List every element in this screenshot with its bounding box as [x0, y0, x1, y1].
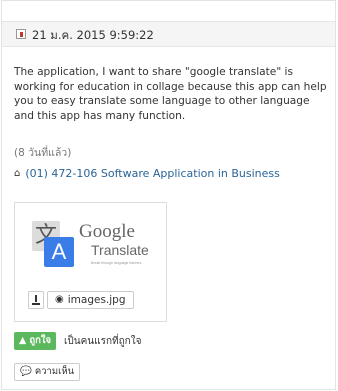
- comment-icon: 💬: [20, 366, 32, 377]
- logo-tagline: Break through language barriers.: [91, 261, 143, 265]
- like-button[interactable]: ▲ ถูกใจ: [14, 332, 57, 350]
- eye-icon: ◉: [55, 294, 64, 305]
- comment-label: ความเห็น: [34, 366, 75, 377]
- like-label: ถูกใจ: [29, 335, 52, 346]
- attachment-card: 文 A Google Translate Break through langu…: [14, 202, 167, 322]
- post-elapsed-time: (8 วันที่แล้ว): [14, 147, 72, 159]
- logo-google-text: Google: [79, 221, 135, 242]
- home-icon: ⌂: [14, 168, 21, 179]
- post-icon: [16, 29, 26, 39]
- attachment-filename: images.jpg: [67, 294, 126, 306]
- google-translate-thumbnail[interactable]: 文 A Google Translate Break through langu…: [32, 219, 152, 275]
- course-link[interactable]: ⌂ (01) 472-106 Software Application in B…: [14, 167, 280, 180]
- course-link-label: (01) 472-106 Software Application in Bus…: [25, 167, 280, 180]
- post-header: 21 ม.ค. 2015 9:59:22: [2, 21, 335, 47]
- like-status: เป็นคนแรกที่ถูกใจ: [64, 336, 142, 347]
- download-button[interactable]: [28, 291, 44, 309]
- post-body: The application, I want to share "google…: [14, 66, 327, 122]
- post-timestamp: 21 ม.ค. 2015 9:59:22: [32, 28, 154, 42]
- comment-button[interactable]: 💬 ความเห็น: [14, 363, 81, 381]
- logo-translate-text: Translate: [91, 242, 149, 258]
- thumbs-up-icon: ▲: [19, 335, 27, 346]
- post-card: 21 ม.ค. 2015 9:59:22 The application, I …: [1, 0, 336, 390]
- view-image-button[interactable]: ◉ images.jpg: [47, 291, 134, 309]
- translate-a-icon: A: [44, 237, 74, 267]
